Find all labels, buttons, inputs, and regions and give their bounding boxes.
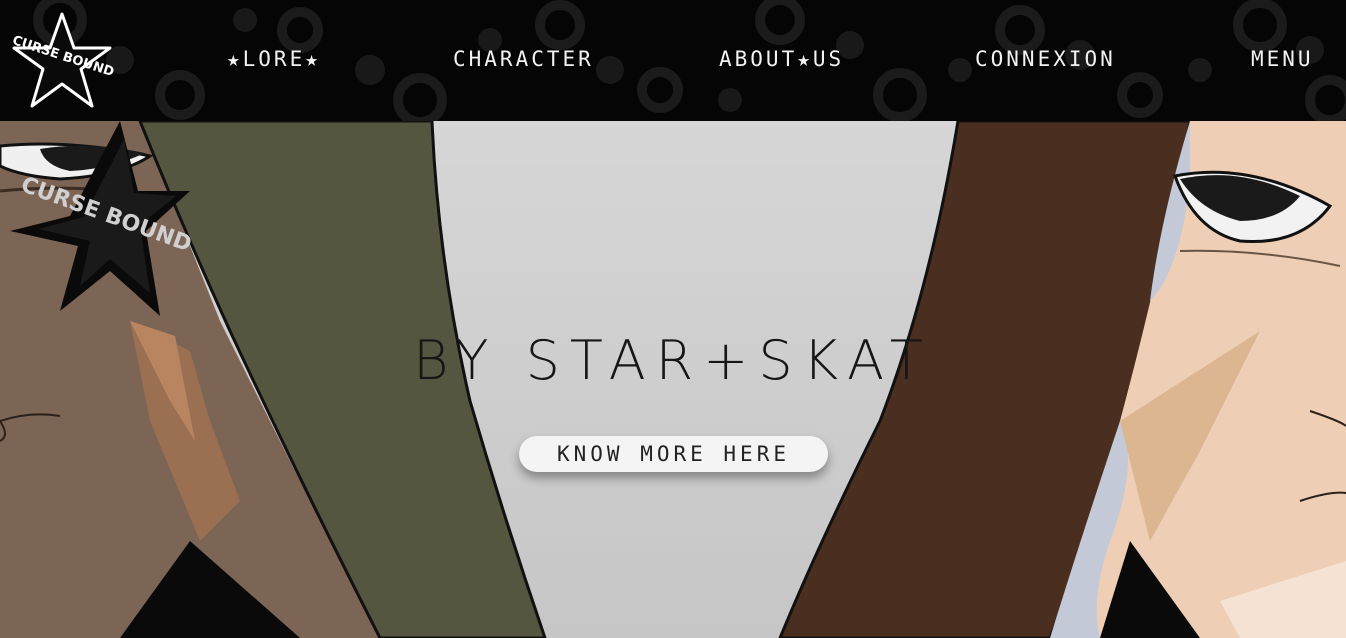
hero-section: CURSE BOUND BY STAR+SKAT KNOW MORE HERE bbox=[0, 121, 1346, 638]
nav-link-about-us[interactable]: ABOUT★US bbox=[719, 47, 844, 71]
hero-tagline: BY STAR+SKAT bbox=[413, 329, 933, 392]
nav-link-character[interactable]: CHARACTER bbox=[453, 47, 594, 71]
know-more-button[interactable]: KNOW MORE HERE bbox=[519, 436, 828, 472]
nav-link-connexion[interactable]: CONNEXION bbox=[975, 47, 1116, 71]
navbar-background-pattern bbox=[33, 0, 1346, 121]
cursebound-logo-small[interactable]: CURSE BOUND bbox=[10, 12, 114, 112]
top-navigation-bar: CURSE BOUND ★LORE★ CHARACTER ABOUT★US CO… bbox=[0, 0, 1346, 121]
nav-link-menu[interactable]: MENU bbox=[1251, 47, 1314, 71]
nav-link-lore[interactable]: ★LORE★ bbox=[227, 47, 321, 71]
cursebound-logo-large[interactable]: CURSE BOUND bbox=[0, 121, 196, 321]
